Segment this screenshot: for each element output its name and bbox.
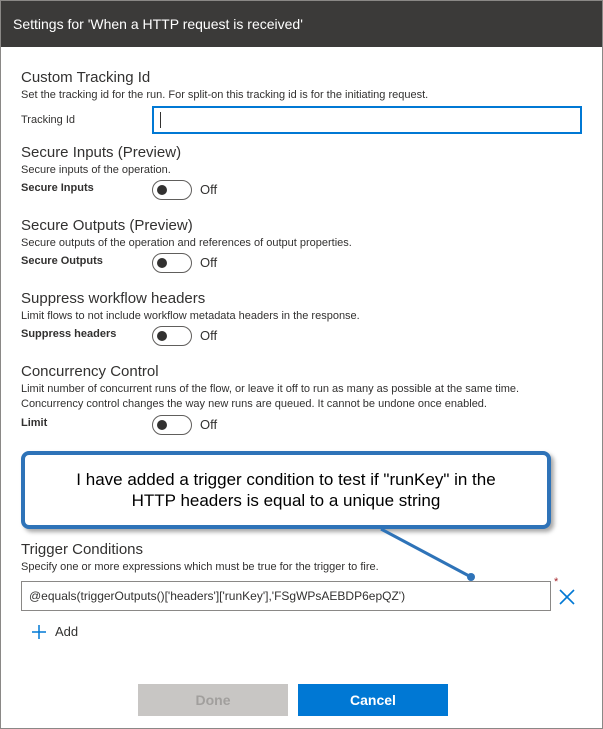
callout-connector-dot: [467, 573, 475, 581]
trigger-condition-expression: @equals(triggerOutputs()['headers']['run…: [29, 589, 406, 603]
trigger-condition-input[interactable]: @equals(triggerOutputs()['headers']['run…: [21, 581, 551, 611]
add-condition-label: Add: [55, 624, 79, 639]
callout-connector-line: [380, 527, 472, 579]
plus-icon: [32, 625, 46, 639]
callout-pointer: [380, 527, 475, 581]
settings-dialog: Settings for 'When a HTTP request is rec…: [0, 0, 603, 729]
done-button[interactable]: Done: [138, 684, 288, 716]
cancel-button[interactable]: Cancel: [298, 684, 448, 716]
close-icon[interactable]: [558, 588, 576, 606]
required-marker: *: [554, 576, 559, 588]
